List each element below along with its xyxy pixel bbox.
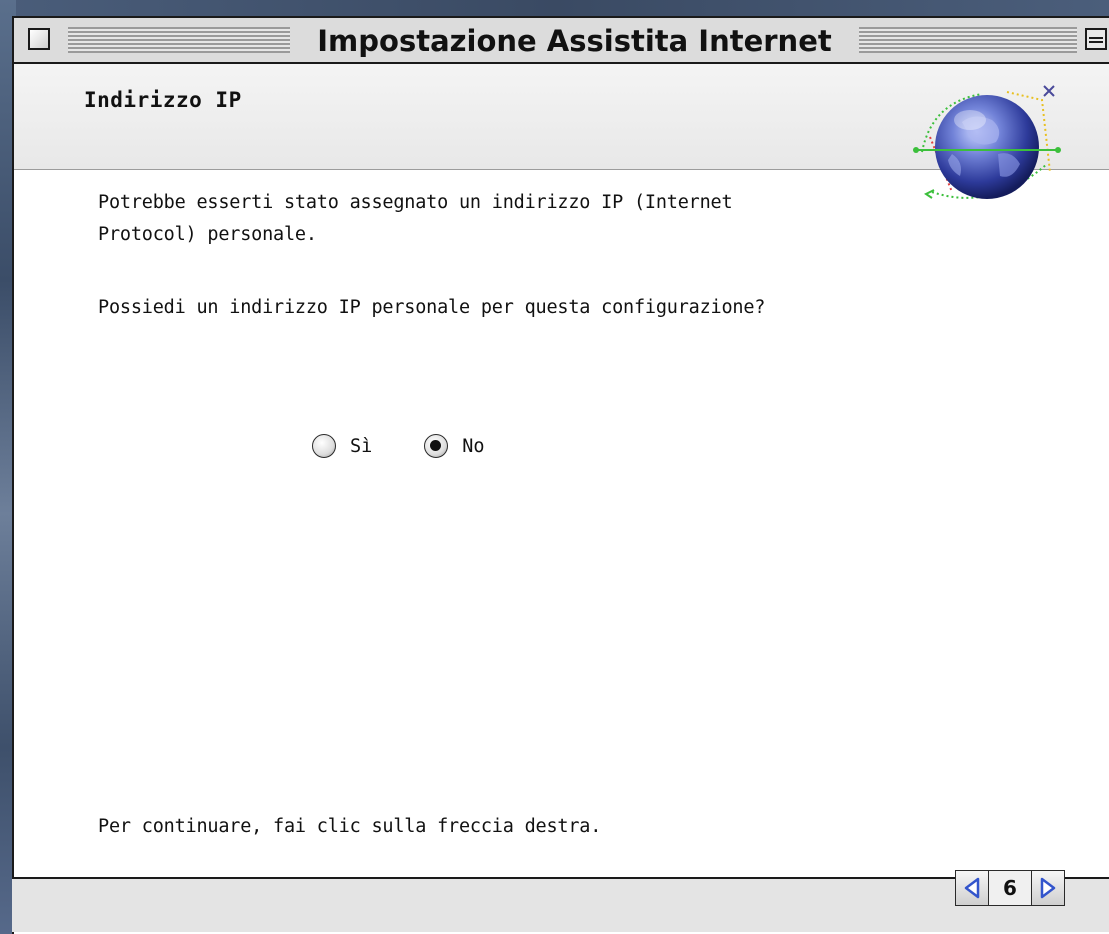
ip-address-radio-group: Sì No: [312, 430, 485, 462]
close-box-button[interactable]: [28, 28, 50, 50]
intro-text-line-2: Protocol) personale.: [98, 224, 317, 245]
radio-button-si[interactable]: [312, 434, 336, 458]
page-navigation: 6: [955, 870, 1065, 906]
desktop-background-top: [0, 0, 1109, 16]
radio-label-si[interactable]: Sì: [350, 436, 372, 457]
question-text: Possiedi un indirizzo IP personale per q…: [98, 297, 766, 318]
radio-label-no[interactable]: No: [462, 436, 484, 457]
continue-instruction: Per continuare, fai clic sulla freccia d…: [98, 816, 602, 837]
titlebar-stripes-right: [859, 27, 1077, 53]
internet-globe-icon: [913, 85, 1061, 199]
radio-option-si[interactable]: Sì: [312, 434, 372, 458]
intro-text-line-1: Potrebbe esserti stato assegnato un indi…: [98, 192, 733, 213]
left-arrow-icon: [964, 877, 980, 899]
page-number: 6: [989, 870, 1031, 906]
window-titlebar[interactable]: Impostazione Assistita Internet: [14, 18, 1109, 64]
titlebar-stripes-left: [68, 27, 290, 53]
navigation-bar: [12, 877, 1109, 932]
radio-option-no[interactable]: No: [424, 434, 485, 458]
previous-page-button[interactable]: [955, 870, 989, 906]
window-title: Impostazione Assistita Internet: [290, 22, 859, 60]
radio-button-no[interactable]: [424, 434, 449, 458]
right-arrow-icon: [1040, 877, 1056, 899]
collapse-box-button[interactable]: [1085, 28, 1107, 50]
section-title: Indirizzo IP: [84, 88, 242, 112]
next-page-button[interactable]: [1031, 870, 1065, 906]
